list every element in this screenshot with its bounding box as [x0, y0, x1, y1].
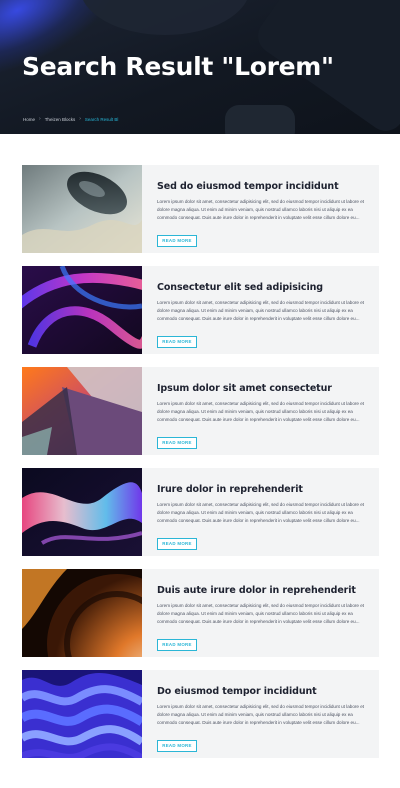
read-more-button[interactable]: READ MORE — [157, 335, 197, 348]
read-more-button[interactable]: READ MORE — [157, 436, 197, 449]
result-title[interactable]: Do eiusmod tempor incididunt — [157, 686, 365, 697]
search-result-card: Sed do eiusmod tempor incididunt Lorem i… — [22, 165, 379, 253]
orange-metallic-disc-image[interactable] — [22, 569, 142, 657]
breadcrumb-blocks-link[interactable]: Theizen Blocks — [45, 117, 76, 122]
liquid-metal-blob-image[interactable] — [22, 165, 142, 253]
page-title: Search Result "Lorem" — [22, 52, 334, 81]
result-title[interactable]: Ipsum dolor sit amet consectetur — [157, 383, 365, 394]
result-excerpt: Lorem ipsum dolor sit amet, consectetur … — [157, 300, 365, 321]
hero-shape — [80, 0, 250, 35]
read-more-button[interactable]: READ MORE — [157, 638, 197, 651]
chevron-right-icon: › — [79, 116, 81, 122]
result-title[interactable]: Consectetur elit sed adipisicing — [157, 282, 365, 293]
search-results-list: Sed do eiusmod tempor incididunt Lorem i… — [22, 165, 379, 771]
result-title[interactable]: Duis aute irure dolor in reprehenderit — [157, 585, 365, 596]
hero-banner: Search Result "Lorem" Home › Theizen Blo… — [0, 0, 400, 134]
breadcrumb-current: Search Result Bl — [84, 116, 119, 122]
result-excerpt: Lorem ipsum dolor sit amet, consectetur … — [157, 704, 365, 725]
search-result-card: Do eiusmod tempor incididunt Lorem ipsum… — [22, 670, 379, 758]
result-title[interactable]: Irure dolor in reprehenderit — [157, 484, 365, 495]
orange-purple-planes-image[interactable] — [22, 367, 142, 455]
search-result-card: Duis aute irure dolor in reprehenderit L… — [22, 569, 379, 657]
result-excerpt: Lorem ipsum dolor sit amet, consectetur … — [157, 199, 365, 220]
result-excerpt: Lorem ipsum dolor sit amet, consectetur … — [157, 603, 365, 624]
read-more-button[interactable]: READ MORE — [157, 739, 197, 752]
breadcrumb-home-link[interactable]: Home — [23, 117, 35, 122]
breadcrumb: Home › Theizen Blocks › Search Result Bl — [23, 116, 118, 122]
search-result-card: Ipsum dolor sit amet consectetur Lorem i… — [22, 367, 379, 455]
iridescent-ribbon-image[interactable] — [22, 468, 142, 556]
chevron-right-icon: › — [39, 116, 41, 122]
result-title[interactable]: Sed do eiusmod tempor incididunt — [157, 181, 365, 192]
result-excerpt: Lorem ipsum dolor sit amet, consectetur … — [157, 401, 365, 422]
read-more-button[interactable]: READ MORE — [157, 537, 197, 550]
read-more-button[interactable]: READ MORE — [157, 234, 197, 247]
blue-wavy-layers-image[interactable] — [22, 670, 142, 758]
search-result-card: Irure dolor in reprehenderit Lorem ipsum… — [22, 468, 379, 556]
search-result-card: Consectetur elit sed adipisicing Lorem i… — [22, 266, 379, 354]
result-excerpt: Lorem ipsum dolor sit amet, consectetur … — [157, 502, 365, 523]
purple-glass-loops-image[interactable] — [22, 266, 142, 354]
hero-shape — [225, 105, 295, 134]
